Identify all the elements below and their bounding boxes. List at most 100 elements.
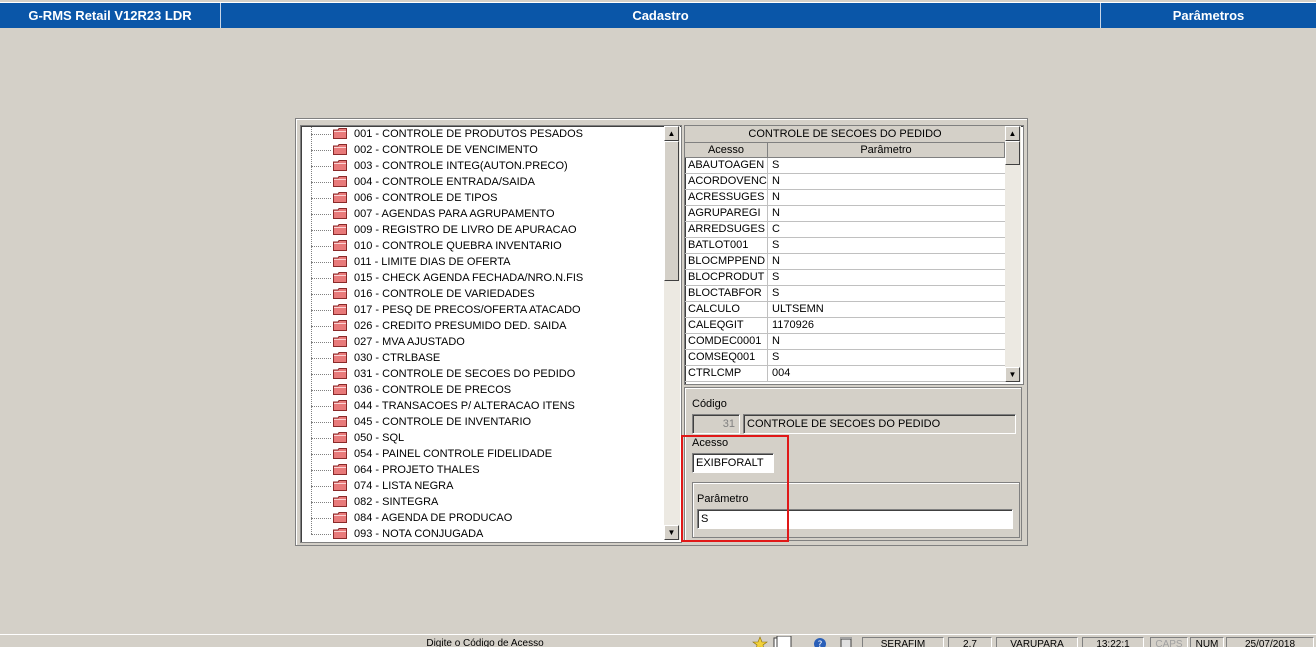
tree-connector [311,342,312,358]
folder-icon [333,464,347,475]
acesso-input[interactable]: EXIBFORALT [692,453,774,473]
tree-connector [311,278,312,294]
scroll-down-button[interactable]: ▼ [664,525,679,540]
cell-parametro: 1170926 [768,318,1005,334]
cell-acesso: ARREDSUGES [685,222,768,238]
table-row[interactable]: BATLOT001 S [685,238,1005,254]
cell-parametro: S [768,238,1005,254]
folder-icon [333,384,347,395]
tree-scrollbar[interactable]: ▲ ▼ [664,126,680,540]
cell-acesso: CTRLCMP [685,366,768,382]
column-header-parametro[interactable]: Parâmetro [768,143,1005,158]
folder-icon [333,128,347,139]
tree-connector [311,214,312,230]
tree-connector [311,502,312,518]
folder-icon [333,304,347,315]
star-icon[interactable] [752,636,768,647]
table-row[interactable]: ARREDSUGES C [685,222,1005,238]
cell-acesso: COMDEC0001 [685,334,768,350]
notes-icon[interactable] [772,635,792,647]
folder-icon [333,432,347,443]
tree-item-label: 030 - CTRLBASE [354,352,441,364]
access-grid[interactable]: CONTROLE DE SECOES DO PEDIDO Acesso Parâ… [684,125,1024,385]
tree-connector [311,486,312,502]
tree-connector [311,518,331,519]
tree-item-label: 093 - NOTA CONJUGADA [354,528,484,540]
tree-item-label: 004 - CONTROLE ENTRADA/SAIDA [354,176,535,188]
codigo-field: 31 [692,414,740,434]
parametro-input[interactable]: S [697,509,1013,529]
grid-scrollbar[interactable]: ▲ ▼ [1005,126,1021,382]
cell-parametro: N [768,254,1005,270]
tree-connector [311,486,331,487]
tree-item-label: 015 - CHECK AGENDA FECHADA/NRO.N.FIS [354,272,584,284]
tree-connector [311,262,312,278]
tree-connector [311,470,331,471]
table-row[interactable]: ACRESSUGES N [685,190,1005,206]
tree-connector [311,126,312,134]
cell-parametro: S [768,350,1005,366]
table-row[interactable]: CALCULO ULTSEMN [685,302,1005,318]
tree-connector [311,518,312,534]
tree-connector [311,326,331,327]
tree-item-label: 002 - CONTROLE DE VENCIMENTO [354,144,538,156]
cell-parametro: S [768,158,1005,174]
folder-icon [333,448,347,459]
tree-connector [311,374,312,390]
table-row[interactable]: CALEQGIT 1170926 [685,318,1005,334]
table-row[interactable]: CTRLCMP 004 [685,366,1005,382]
table-row[interactable]: BLOCMPPEND N [685,254,1005,270]
tree-connector [311,214,331,215]
tree-item-label: 009 - REGISTRO DE LIVRO DE APURACAO [354,224,577,236]
tree-connector [311,342,331,343]
tree-item-label: 011 - LIMITE DIAS DE OFERTA [354,256,511,268]
tree-connector [311,454,312,470]
tree-connector [311,326,312,342]
scroll-up-button[interactable]: ▲ [1005,126,1020,141]
cell-parametro: 004 [768,366,1005,382]
tree-connector [311,166,331,167]
folder-icon [333,176,347,187]
table-row[interactable]: BLOCTABFOR S [685,286,1005,302]
folder-icon [333,528,347,539]
tree-item-label: 026 - CREDITO PRESUMIDO DED. SAIDA [354,320,567,332]
table-row[interactable]: COMSEQ001 S [685,350,1005,366]
tree-connector [311,294,331,295]
folder-icon [333,512,347,523]
cell-acesso: BLOCPRODUT [685,270,768,286]
tree-connector [311,182,312,198]
table-row[interactable]: AGRUPAREGI N [685,206,1005,222]
folder-icon [333,480,347,491]
folder-icon [333,224,347,235]
tree-item-label: 010 - CONTROLE QUEBRA INVENTARIO [354,240,562,252]
scroll-down-button[interactable]: ▼ [1005,367,1020,382]
tree-connector [311,310,331,311]
tree-connector [311,406,331,407]
parametro-group: Parâmetro S [692,482,1020,538]
cell-parametro: S [768,286,1005,302]
tree-item-label: 084 - AGENDA DE PRODUCAO [354,512,513,524]
scroll-up-button[interactable]: ▲ [664,126,679,141]
table-row[interactable]: ABAUTOAGEN S [685,158,1005,174]
table-row[interactable]: COMDEC0001 N [685,334,1005,350]
tree-connector [311,294,312,310]
tree-connector [311,134,331,135]
parametro-label: Parâmetro [697,493,749,505]
cell-acesso: COMSEQ001 [685,350,768,366]
help-icon[interactable]: ? [812,636,828,647]
title-bar: G-RMS Retail V12R23 LDR Cadastro Parâmet… [0,2,1316,28]
cell-parametro: C [768,222,1005,238]
tree-connector [311,310,312,326]
parameter-tree[interactable]: 001 - CONTROLE DE PRODUTOS PESADOS 002 - … [300,125,682,543]
cell-parametro: N [768,190,1005,206]
cell-parametro: S [768,270,1005,286]
tree-connector [311,358,312,374]
table-row[interactable]: BLOCPRODUT S [685,270,1005,286]
table-row[interactable]: ACORDOVENC N [685,174,1005,190]
scroll-thumb[interactable] [664,141,679,281]
trash-icon[interactable] [838,636,854,647]
column-header-acesso[interactable]: Acesso [685,143,768,158]
grid-caption: CONTROLE DE SECOES DO PEDIDO [685,126,1005,143]
scroll-thumb[interactable] [1005,141,1020,165]
cell-acesso: BLOCMPPEND [685,254,768,270]
